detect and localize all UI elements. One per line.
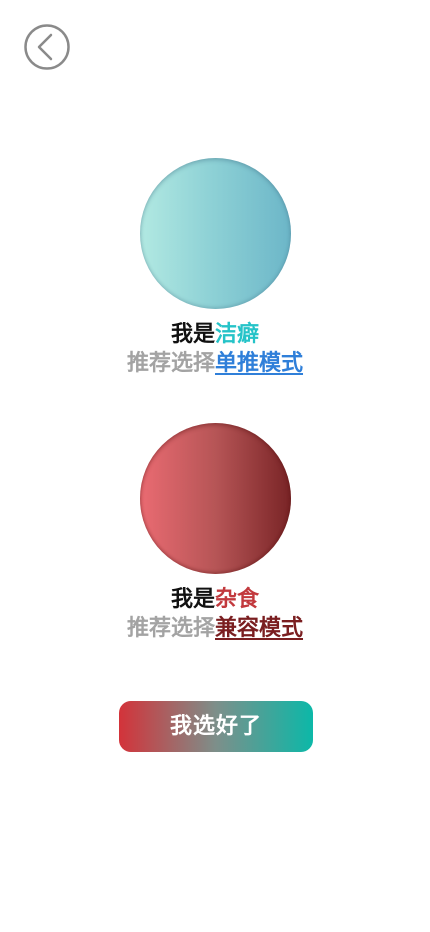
option-clean: 我是洁癖 推荐选择单推模式 (0, 158, 430, 378)
clean-identity-prefix: 我是 (170, 322, 215, 347)
confirm-button[interactable]: 我选好了 (119, 701, 313, 752)
clean-type-label: 洁癖 (215, 322, 260, 347)
mixed-type-label: 杂食 (215, 587, 260, 612)
back-button[interactable] (24, 24, 70, 70)
mixed-identity-prefix: 我是 (170, 587, 215, 612)
clean-identity-line: 我是洁癖 (0, 321, 430, 349)
mixed-recommend-line: 推荐选择兼容模式 (0, 615, 430, 643)
option-mixed: 我是杂食 推荐选择兼容模式 (0, 423, 430, 643)
mixed-identity-line: 我是杂食 (0, 586, 430, 614)
clean-option-orb[interactable] (139, 158, 291, 309)
preference-select-screen: 我是洁癖 推荐选择单推模式 我是杂食 推荐选择兼容模式 我选好了 (0, 0, 430, 932)
clean-recommend-prefix: 推荐选择 (126, 351, 215, 376)
mixed-recommend-prefix: 推荐选择 (126, 616, 215, 641)
mixed-option-orb[interactable] (139, 423, 291, 574)
chevron-left-icon (24, 24, 70, 70)
compatible-mode-link[interactable]: 兼容模式 (215, 616, 303, 641)
clean-recommend-line: 推荐选择单推模式 (0, 350, 430, 378)
single-mode-link[interactable]: 单推模式 (215, 351, 303, 376)
